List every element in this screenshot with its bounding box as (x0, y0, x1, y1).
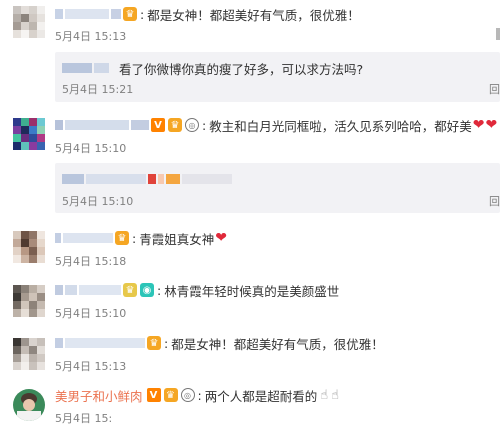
crown-badge-icon: ♛ (147, 336, 161, 350)
reply-decor-blurred (166, 174, 180, 184)
comment-time: 5月4日 15: (55, 412, 113, 425)
comment-text: 教主和白月光同框啦，活久见系列哈哈，都好美 (209, 118, 472, 134)
comment-time: 5月4日 15:10 (55, 307, 127, 320)
reply-username-blurred[interactable] (86, 174, 146, 184)
avatar[interactable] (13, 118, 45, 150)
medal-icon: ◎ (185, 118, 199, 132)
comment-time: 5月4日 15:13 (55, 360, 127, 373)
avatar[interactable] (13, 285, 45, 317)
reply-username-blurred[interactable] (62, 174, 84, 184)
reply-time: 5月4日 15:21 (62, 83, 134, 96)
reply-box: 看了你微博你真的瘦了好多，可以求方法吗? 5月4日 15:21 回 (55, 52, 500, 102)
username-blurred[interactable] (65, 9, 109, 19)
username-blurred[interactable] (55, 285, 63, 295)
username-blurred[interactable] (65, 285, 77, 295)
username-blurred[interactable] (131, 120, 149, 130)
username-blurred[interactable] (55, 338, 63, 348)
comment-separator: : (197, 387, 202, 403)
reply-line (62, 170, 234, 188)
comment-text: 都是女神！都超美好有气质，很优雅！ (171, 336, 384, 352)
comment-time: 5月4日 15:10 (55, 142, 127, 155)
reply-decor-blurred (148, 174, 156, 184)
comment-text: 青霞姐真女神 (139, 231, 215, 247)
avatar[interactable] (13, 389, 45, 421)
avatar[interactable] (13, 231, 45, 263)
comment-separator: : (132, 230, 137, 246)
v-badge-icon: V (151, 118, 165, 132)
avatar[interactable] (13, 338, 45, 370)
reply-button[interactable]: 回 (489, 193, 500, 209)
username-blurred[interactable] (65, 120, 129, 130)
reply-button[interactable]: 回 (489, 81, 500, 97)
comment-separator: : (157, 282, 162, 298)
comment-line: V ♛ ◎ : 教主和白月光同框啦，活久见系列哈哈，都好美 ❤ ❤ (55, 116, 497, 134)
reply-username-blurred[interactable] (62, 63, 92, 73)
username[interactable]: 美男子和小鲜肉 (55, 386, 143, 405)
crown-badge-icon: ♛ (123, 7, 137, 21)
username-blurred[interactable] (55, 233, 61, 243)
reply-username-blurred[interactable] (94, 63, 109, 73)
reply-text: 看了你微博你真的瘦了好多，可以求方法吗? (119, 61, 364, 77)
comment-text: 两个人都是超耐看的 (204, 388, 318, 404)
bow-emoji-icon: ☝ (320, 387, 329, 403)
comment-line: ♛ : 都是女神！都超美好有气质，很优雅！ (55, 5, 360, 23)
comment-line: ♛ : 青霞姐真女神 ❤ (55, 229, 227, 247)
comment-text: 林青霞年轻时候真的是美颜盛世 (164, 283, 340, 299)
username-blurred[interactable] (55, 120, 63, 130)
reply-line: 看了你微博你真的瘦了好多，可以求方法吗? (62, 59, 363, 77)
crown-badge-icon: ♛ (168, 118, 182, 132)
username-blurred[interactable] (55, 9, 63, 19)
bow-emoji-icon: ☝ (331, 387, 340, 403)
medal-icon: ◎ (180, 388, 195, 402)
comment-time: 5月4日 15:13 (55, 30, 127, 43)
scrollbar-mark (496, 28, 500, 40)
heart-icon: ❤ (215, 230, 227, 246)
comment-line: ♛ : 都是女神！都超美好有气质，很优雅！ (55, 334, 384, 352)
username-blurred[interactable] (111, 9, 121, 19)
v-badge-icon: V (146, 388, 161, 402)
camera-badge-icon: ◉ (140, 283, 154, 297)
comment-separator: : (202, 117, 207, 133)
comment-separator: : (164, 335, 169, 351)
crown-badge-icon: ♛ (123, 283, 137, 297)
comment-time: 5月4日 15:18 (55, 255, 127, 268)
heart-icon: ❤ (472, 117, 485, 133)
username-blurred[interactable] (79, 285, 121, 295)
crown-badge-icon: ♛ (163, 388, 178, 402)
username-blurred[interactable] (65, 338, 145, 348)
heart-icon: ❤ (485, 117, 498, 133)
comment-separator: : (140, 6, 145, 22)
reply-decor-blurred (182, 174, 232, 184)
username-blurred[interactable] (63, 233, 113, 243)
reply-time: 5月4日 15:10 (62, 195, 134, 208)
reply-box: 5月4日 15:10 回 (55, 163, 500, 213)
crown-badge-icon: ♛ (115, 231, 129, 245)
comment-line: 美男子和小鲜肉 V ♛ ◎ : 两个人都是超耐看的 ☝ ☝ (55, 386, 339, 404)
comment-line: ♛ ◉ : 林青霞年轻时候真的是美颜盛世 (55, 281, 339, 299)
comment-text: 都是女神！都超美好有气质，很优雅！ (147, 7, 360, 23)
avatar[interactable] (13, 6, 45, 38)
reply-decor-blurred (158, 174, 164, 184)
